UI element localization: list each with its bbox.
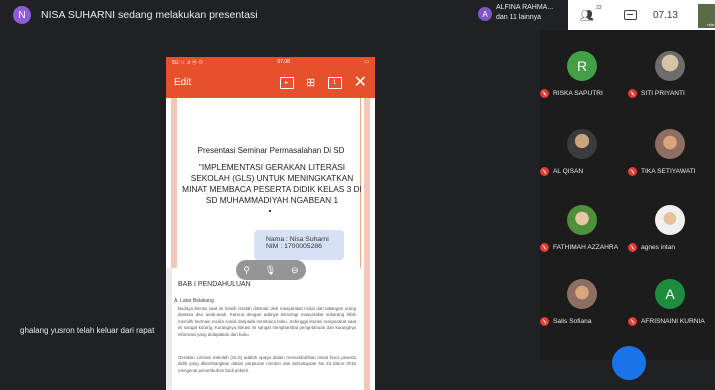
participant-avatar: A [655,279,685,309]
slide-bullet [269,210,271,212]
participant-avatar: R [567,51,597,81]
doc-decoration-right [364,268,370,390]
participant-tile[interactable]: A AFRISNAINI KURNIA [628,268,714,334]
title-slide: Presentasi Seminar Permasalahan Di SD "I… [166,98,375,268]
self-view-thumbnail[interactable]: nda [698,4,715,28]
participant-name: TIKA SETIYAWATI [641,168,696,175]
participant-avatar [567,129,597,159]
leave-notification: ghalang yusron telah keluar dari rapat [20,326,155,335]
author-box: Nama : Nisa Suharni NIM : 1700005286 [254,230,344,260]
pin-icon[interactable]: ⚲ [243,265,250,276]
mic-off-icon [628,317,637,326]
participant-grid: R RISKA SAPUTRI SITI PRIYANTI AL QISAN T… [540,30,715,360]
raised-hand-avatar: A [478,7,492,21]
people-count: 23 [596,4,602,11]
chat-icon[interactable] [623,10,637,20]
raised-hand-text[interactable]: ALFINA RAHMA... dan 11 lainnya [496,3,553,23]
slideshow-icon[interactable]: ▸ [279,76,294,89]
presenting-status-text: NISA SUHARNI sedang melakukan presentasi [41,9,258,21]
remove-icon[interactable]: ⊖ [291,265,299,276]
participant-avatar [567,279,597,309]
participant-name: SITI PRIYANTI [641,90,685,97]
edit-button[interactable]: Edit [174,77,270,88]
participant-tile[interactable]: FATHIMAH AZZAHRA [540,194,626,260]
participant-tile[interactable]: agnes intan [628,194,714,260]
phone-status-time: 07.08 [277,59,290,65]
participant-name: AL QISAN [553,168,584,175]
slide-subtitle: Presentasi Seminar Permasalahan Di SD [197,146,345,155]
grid-view-icon[interactable]: ⊞ [304,77,318,89]
presentation-stage: 5G ↑↓ .ıl ⓜ ⊙ 07.08 ▭ Edit ▸ ⊞ 1 ✕ Prese… [0,30,540,390]
participant-name: FATHIMAH AZZAHRA [553,244,619,251]
participant-avatar [655,51,685,81]
battery-icon: ▭ [364,59,369,65]
author-name: Nama : Nisa Suharni [266,236,329,243]
mic-off-icon [628,243,637,252]
mic-off-icon [540,243,549,252]
phone-status-bar: 5G ↑↓ .ıl ⓜ ⊙ 07.08 ▭ [166,57,375,67]
participant-tile[interactable]: SITI PRIYANTI [628,40,714,106]
close-icon[interactable]: ✕ [354,74,367,90]
presenting-banner: N NISA SUHARNI sedang melakukan presenta… [0,0,540,30]
participant-tile[interactable]: AL QISAN [540,118,626,184]
presenter-avatar: N [13,6,31,24]
mic-off-icon [628,89,637,98]
participant-name: agnes intan [641,244,676,251]
mic-off-icon [540,317,549,326]
participant-name: AFRISNAINI KURNIA [641,318,705,325]
people-icon[interactable]: 👥︎ 23 [580,5,602,22]
mic-icon[interactable]: 🎙︎ [265,265,276,276]
presenter-controls: ⚲ 🎙︎ ⊖ [236,260,306,280]
section-heading: A. Latar Belakang [174,298,214,304]
fab-button[interactable] [612,346,646,380]
paragraph-1: Budaya literasi saat ini masih rendah di… [178,306,356,337]
author-nim: NIM : 1700005286 [266,243,322,250]
meeting-info-panel: 👥︎ 23 07.13 nda [568,0,715,30]
powerpoint-toolbar: Edit ▸ ⊞ 1 ✕ [166,67,375,98]
slide-decoration-left [171,98,177,268]
participant-tile[interactable]: Salis Sofiana [540,268,626,334]
mic-off-icon [628,167,637,176]
paragraph-2: Gerakan Literasi Sekolah (GLS) adalah up… [178,355,356,373]
participant-avatar [655,205,685,235]
participant-tile[interactable]: TIKA SETIYAWATI [628,118,714,184]
shared-screen: 5G ↑↓ .ıl ⓜ ⊙ 07.08 ▭ Edit ▸ ⊞ 1 ✕ Prese… [166,57,375,390]
raised-hand-others: dan 11 lainnya [496,14,542,21]
slide-title: "IMPLEMENTASI GERAKAN LITERASI SEKOLAH (… [182,162,362,205]
chapter-heading: BAB I PENDAHULUAN [178,281,251,288]
document-page: BAB I PENDAHULUAN A. Latar Belakang Buda… [166,268,375,390]
clock: 07.13 [652,9,678,21]
single-view-icon[interactable]: 1 [327,76,342,89]
participant-name: RISKA SAPUTRI [553,90,603,97]
self-view-label: nda [707,22,714,27]
participant-avatar [655,129,685,159]
mic-off-icon [540,167,549,176]
participant-name: Salis Sofiana [553,318,592,325]
participant-tile[interactable]: R RISKA SAPUTRI [540,40,626,106]
slide-decoration-right [364,98,370,268]
page-edge [166,268,172,390]
mic-off-icon [540,89,549,98]
participant-avatar [567,205,597,235]
raised-hand-name: ALFINA RAHMA... [496,4,554,11]
phone-status-icons: 5G ↑↓ .ıl ⓜ ⊙ [172,59,204,66]
